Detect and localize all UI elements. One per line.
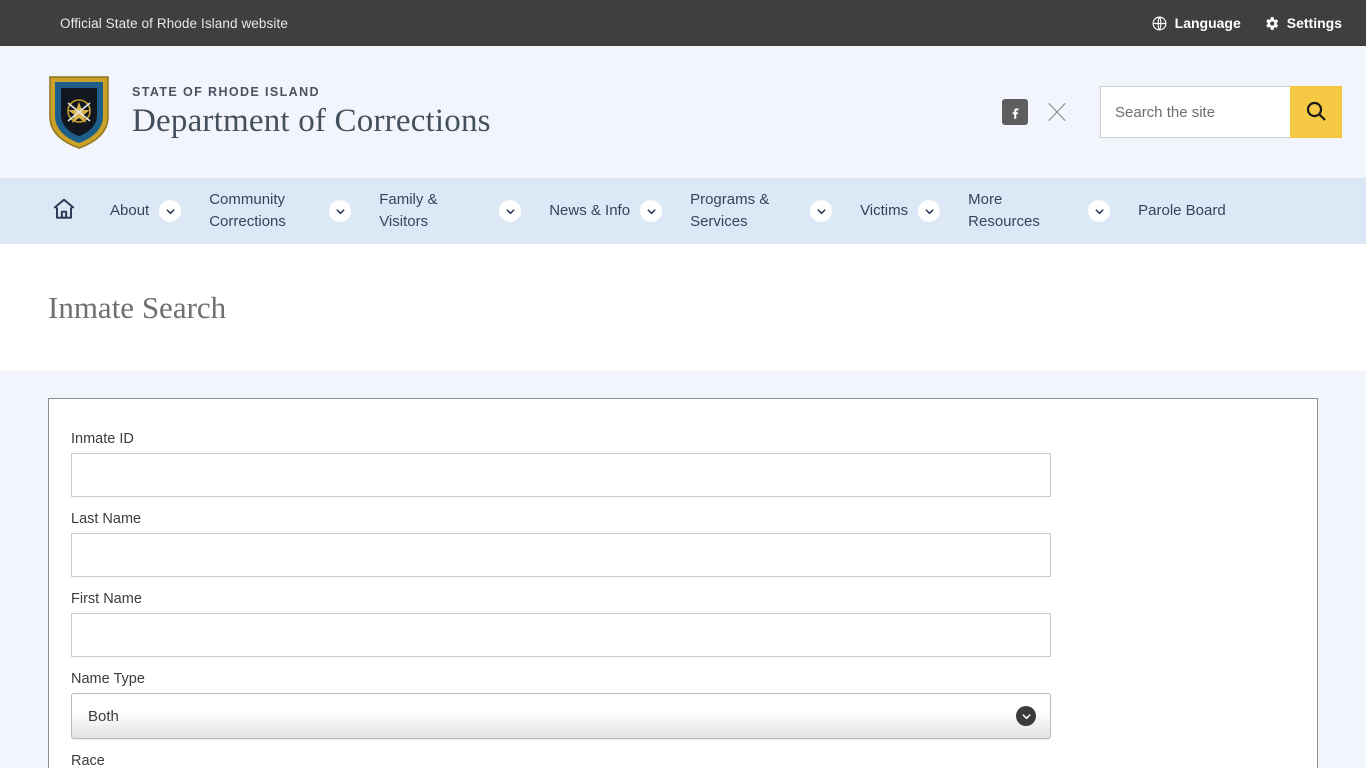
nav-label: More Resources xyxy=(968,191,1040,230)
nav-item-community-corrections[interactable]: Community Corrections xyxy=(195,189,365,233)
home-icon xyxy=(50,196,78,227)
chevron-down-icon xyxy=(499,200,522,222)
nav-item-more-resources[interactable]: More Resources xyxy=(954,189,1124,233)
nav-item-victims[interactable]: Victims xyxy=(846,200,954,222)
page-title-band: Inmate Search xyxy=(0,244,1366,371)
site-header: STATE OF RHODE ISLAND Department of Corr… xyxy=(0,46,1366,178)
nav-label: Programs & Services xyxy=(690,191,770,230)
inmate-id-input[interactable] xyxy=(71,453,1051,497)
language-label: Language xyxy=(1174,15,1241,31)
nav-label: About xyxy=(110,202,150,220)
search-submit-button[interactable] xyxy=(1290,86,1342,138)
brand-title: Department of Corrections xyxy=(132,102,491,139)
field-label: Race xyxy=(71,753,105,768)
nav-item-family-visitors[interactable]: Family & Visitors xyxy=(365,189,535,233)
chevron-down-icon xyxy=(1088,200,1111,222)
social-links xyxy=(1002,99,1070,125)
nav-label: Family & Visitors xyxy=(379,191,438,230)
facebook-icon[interactable] xyxy=(1002,99,1028,125)
last-name-input[interactable] xyxy=(71,533,1051,577)
nav-label: News & Info xyxy=(549,202,631,220)
nav-item-programs-services[interactable]: Programs & Services xyxy=(676,189,846,233)
official-site-notice: Official State of Rhode Island website xyxy=(60,15,288,31)
name-type-select[interactable]: Both xyxy=(71,693,1051,739)
field-name-type: Name Type Both xyxy=(71,671,1295,739)
chevron-down-icon xyxy=(640,200,663,222)
nav-item-parole-board[interactable]: Parole Board xyxy=(1124,200,1240,222)
search-icon xyxy=(1304,99,1328,126)
site-brand-link[interactable]: STATE OF RHODE ISLAND Department of Corr… xyxy=(46,73,491,151)
main-navigation: About Community Corrections Family & Vis… xyxy=(0,178,1366,244)
field-race: Race xyxy=(71,753,1295,768)
nav-label: Parole Board xyxy=(1138,202,1226,220)
nav-label: Victims xyxy=(860,202,909,220)
gear-icon xyxy=(1263,15,1280,32)
field-last-name: Last Name xyxy=(71,511,1295,577)
chevron-down-icon xyxy=(329,200,352,222)
page-content: Inmate ID Last Name First Name Name Type… xyxy=(0,371,1366,768)
chevron-down-icon xyxy=(810,200,833,222)
site-search xyxy=(1100,86,1342,138)
header-right-tools xyxy=(1002,86,1342,138)
settings-label: Settings xyxy=(1286,15,1342,31)
chevron-down-icon xyxy=(918,200,941,222)
search-input[interactable] xyxy=(1100,86,1290,138)
nav-label: Community Corrections xyxy=(209,191,286,230)
language-button[interactable]: Language xyxy=(1151,15,1241,32)
field-label: First Name xyxy=(71,591,142,607)
inmate-search-form: Inmate ID Last Name First Name Name Type… xyxy=(48,398,1318,768)
utility-links: Language Settings xyxy=(1151,15,1342,32)
brand-eyebrow: STATE OF RHODE ISLAND xyxy=(132,84,320,99)
name-type-selected-value: Both xyxy=(88,707,119,725)
page-title: Inmate Search xyxy=(48,289,227,325)
globe-icon xyxy=(1151,15,1168,32)
field-first-name: First Name xyxy=(71,591,1295,657)
x-twitter-icon[interactable] xyxy=(1044,99,1070,125)
settings-button[interactable]: Settings xyxy=(1263,15,1342,32)
top-utility-bar: Official State of Rhode Island website L… xyxy=(0,0,1366,46)
chevron-down-icon xyxy=(159,200,182,222)
field-label: Name Type xyxy=(71,671,145,687)
nav-item-about[interactable]: About xyxy=(96,200,195,222)
ridoc-shield-logo-icon xyxy=(46,73,112,151)
field-label: Inmate ID xyxy=(71,431,134,447)
field-inmate-id: Inmate ID xyxy=(71,431,1295,497)
first-name-input[interactable] xyxy=(71,613,1051,657)
nav-item-news-info[interactable]: News & Info xyxy=(535,200,676,222)
chevron-down-icon xyxy=(1016,706,1036,726)
field-label: Last Name xyxy=(71,511,142,527)
nav-item-home[interactable] xyxy=(48,196,96,227)
